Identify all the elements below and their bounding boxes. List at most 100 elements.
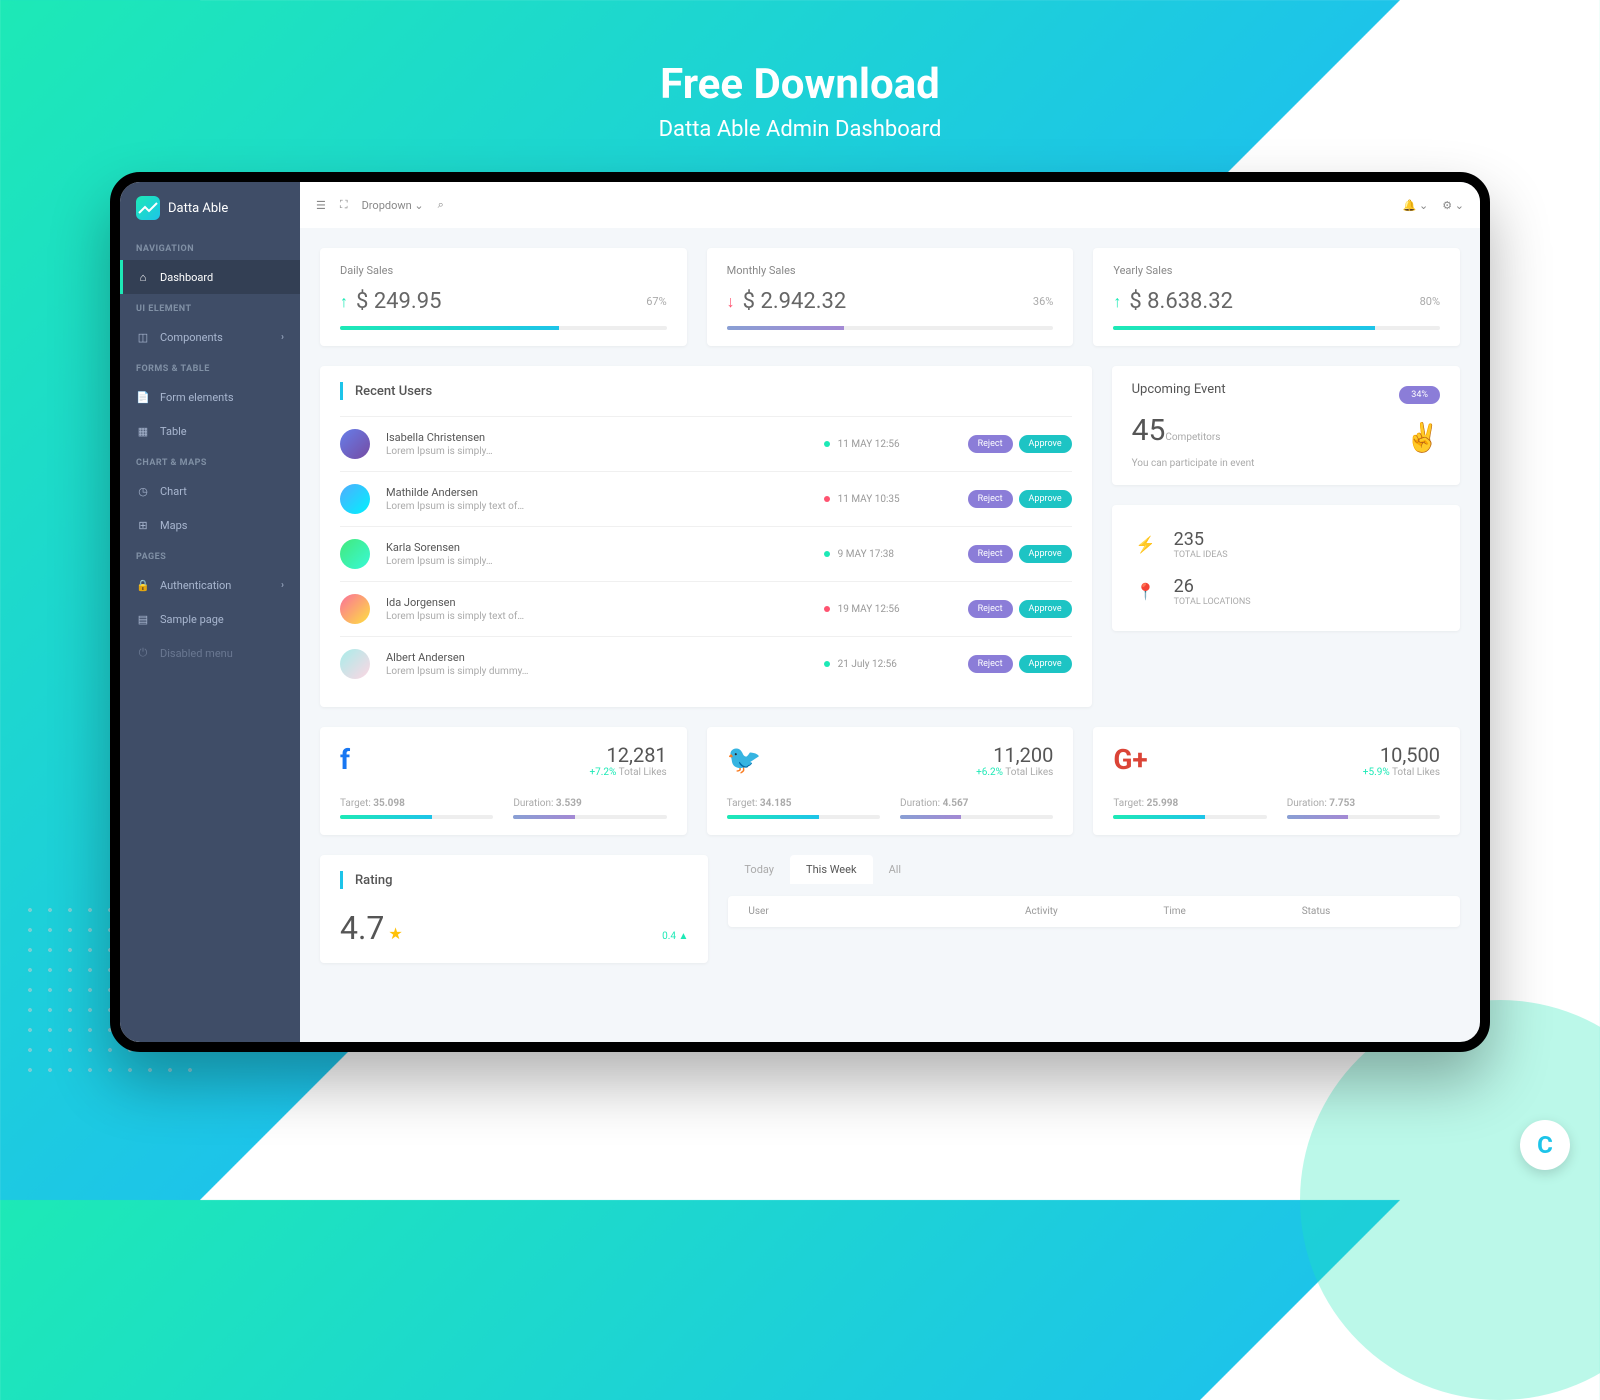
stat-label: TOTAL LOCATIONS	[1174, 597, 1251, 607]
progress-bar	[513, 815, 574, 819]
bolt-icon: ⚡	[1132, 531, 1160, 559]
recent-users-card: Recent Users Isabella ChristensenLorem I…	[320, 366, 1092, 707]
sidebar-item-components[interactable]: ◫Components›	[120, 320, 300, 354]
duration-label: Duration:	[900, 798, 940, 809]
box-icon: ◫	[136, 330, 150, 344]
search-icon[interactable]: ⌕	[438, 198, 444, 212]
progress-bar	[1287, 815, 1348, 819]
power-icon: ⏻	[136, 646, 150, 660]
approve-button[interactable]: Approve	[1019, 490, 1072, 508]
duration-label: Duration:	[513, 798, 553, 809]
topbar: ☰ ⛶ Dropdown ⌄ ⌕ 🔔 ⌄ ⚙ ⌄	[300, 182, 1480, 228]
event-title: Upcoming Event	[1132, 382, 1255, 397]
main-content: ☰ ⛶ Dropdown ⌄ ⌕ 🔔 ⌄ ⚙ ⌄ Daily Sales ↑$ …	[300, 182, 1480, 1042]
nav-section-label: PAGES	[120, 542, 300, 568]
stat-row: ⚡235TOTAL IDEAS	[1132, 521, 1440, 568]
target-value: 25.998	[1147, 798, 1179, 809]
user-date: 19 MAY 12:56	[838, 604, 928, 615]
reject-button[interactable]: Reject	[968, 655, 1013, 673]
target-label: Target:	[727, 798, 758, 809]
table-icon: ▦	[136, 424, 150, 438]
sidebar-item-label: Table	[160, 425, 187, 438]
sidebar-item-sample-page[interactable]: ▤ Sample page	[120, 602, 300, 636]
status-dot	[824, 441, 830, 447]
sidebar-item-dashboard[interactable]: ⌂Dashboard	[120, 260, 300, 294]
reject-button[interactable]: Reject	[968, 490, 1013, 508]
stat-row: 📍26TOTAL LOCATIONS	[1132, 568, 1440, 615]
th-time: Time	[1163, 906, 1301, 917]
event-label: Competitors	[1165, 432, 1220, 443]
tab-all[interactable]: All	[873, 855, 918, 884]
reject-button[interactable]: Reject	[968, 435, 1013, 453]
sidebar-item-label: Chart	[160, 485, 187, 498]
stat-label: TOTAL IDEAS	[1174, 550, 1228, 560]
event-badge: 34%	[1399, 386, 1440, 404]
settings-icon[interactable]: ⚙ ⌄	[1442, 199, 1464, 212]
arrow-up-icon: ↑	[1113, 292, 1121, 312]
sidebar-item-label: Authentication	[160, 579, 231, 592]
nav-section-label: FORMS & TABLE	[120, 354, 300, 380]
sidebar-item-label: Sample page	[160, 613, 224, 626]
duration-value: 3.539	[556, 798, 582, 809]
avatar	[340, 484, 370, 514]
social-card-gp: G+10,500+5.9% Total Likes Target: 25.998…	[1093, 727, 1460, 835]
target-label: Target:	[1113, 798, 1144, 809]
social-sub: Total Likes	[1005, 767, 1053, 778]
sales-pct: 80%	[1420, 295, 1440, 308]
user-name: Albert Andersen	[386, 651, 824, 664]
sidebar-item-table[interactable]: ▦ Table	[120, 414, 300, 448]
approve-button[interactable]: Approve	[1019, 655, 1072, 673]
user-date: 11 MAY 10:35	[838, 494, 928, 505]
target-value: 35.098	[373, 798, 405, 809]
notification-icon[interactable]: 🔔 ⌄	[1403, 199, 1429, 212]
activity-card: Today This Week All User Activity Time S…	[728, 855, 1460, 963]
social-card-fb: f12,281+7.2% Total Likes Target: 35.098 …	[320, 727, 687, 835]
th-activity: Activity	[1025, 906, 1163, 917]
social-change: +6.2%	[976, 767, 1003, 778]
sidebar-item-chart[interactable]: ◷Chart	[120, 474, 300, 508]
approve-button[interactable]: Approve	[1019, 600, 1072, 618]
arrow-up-icon: ↑	[340, 292, 348, 312]
reject-button[interactable]: Reject	[968, 545, 1013, 563]
rating-title: Rating	[355, 873, 392, 888]
duration-label: Duration:	[1287, 798, 1327, 809]
sidebar-item-disabled-menu: ⏻Disabled menu	[120, 636, 300, 670]
social-sub: Total Likes	[1392, 767, 1440, 778]
avatar	[340, 429, 370, 459]
star-icon: ★	[388, 924, 402, 943]
fullscreen-icon[interactable]: ⛶	[340, 198, 348, 212]
target-value: 34.185	[760, 798, 792, 809]
recent-users-title: Recent Users	[355, 384, 432, 399]
brand-icon	[136, 196, 160, 220]
menu-toggle-icon[interactable]: ☰	[316, 199, 326, 212]
page-icon: ▤	[136, 612, 150, 626]
approve-button[interactable]: Approve	[1019, 435, 1072, 453]
sidebar: Datta Able NAVIGATION⌂DashboardUI ELEMEN…	[120, 182, 300, 1042]
social-number: 10,500	[1363, 743, 1440, 767]
user-name: Karla Sorensen	[386, 541, 824, 554]
social-sub: Total Likes	[619, 767, 667, 778]
peace-icon: ✌	[1399, 421, 1440, 454]
tab-week[interactable]: This Week	[790, 855, 873, 884]
stats-card: ⚡235TOTAL IDEAS📍26TOTAL LOCATIONS	[1112, 505, 1460, 631]
lock-icon: 🔒	[136, 578, 150, 592]
approve-button[interactable]: Approve	[1019, 545, 1072, 563]
reject-button[interactable]: Reject	[968, 600, 1013, 618]
social-number: 12,281	[589, 743, 666, 767]
sidebar-item-authentication[interactable]: 🔒Authentication›	[120, 568, 300, 602]
sidebar-item-label: Dashboard	[160, 271, 213, 284]
sales-card-0: Daily Sales ↑$ 249.9567%	[320, 248, 687, 346]
sales-pct: 36%	[1033, 295, 1053, 308]
sidebar-item-maps[interactable]: ⊞Maps	[120, 508, 300, 542]
user-row: Ida JorgensenLorem Ipsum is simply text …	[340, 581, 1072, 636]
dropdown-toggle[interactable]: Dropdown ⌄	[362, 199, 424, 212]
status-dot	[824, 496, 830, 502]
brand-logo[interactable]: Datta Able	[120, 182, 300, 234]
status-dot	[824, 551, 830, 557]
footer-logo[interactable]: C	[1520, 1120, 1570, 1170]
stat-value: 26	[1174, 576, 1251, 597]
event-value: 45	[1132, 413, 1166, 448]
user-row: Mathilde AndersenLorem Ipsum is simply t…	[340, 471, 1072, 526]
tab-today[interactable]: Today	[728, 855, 790, 884]
sidebar-item-form-elements[interactable]: 📄Form elements	[120, 380, 300, 414]
